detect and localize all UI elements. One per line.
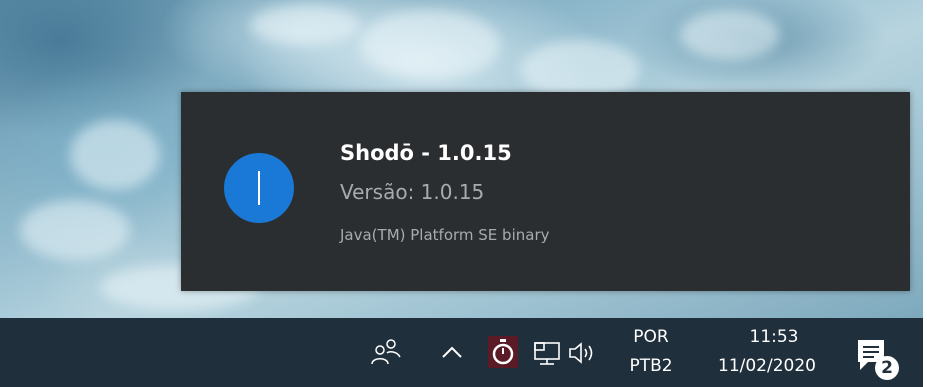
- people-icon[interactable]: [369, 334, 403, 368]
- screen: Shodō - 1.0.15 Versão: 1.0.15 Java(TM) P…: [0, 0, 927, 387]
- language-secondary: PTB2: [629, 356, 673, 376]
- taskbar-clock[interactable]: 11:53 11/02/2020: [700, 323, 834, 387]
- language-indicator[interactable]: POR PTB2: [622, 323, 680, 387]
- chevron-up-icon[interactable]: [441, 342, 463, 362]
- info-icon: [224, 153, 294, 223]
- clock-time: 11:53: [749, 327, 799, 347]
- volume-icon[interactable]: [567, 340, 601, 366]
- notification-source-text: Java(TM) Platform SE binary: [340, 226, 550, 244]
- app-tray-icon[interactable]: [488, 336, 518, 368]
- clock-date: 11/02/2020: [718, 356, 816, 376]
- notification-version-text: Versão: 1.0.15: [340, 180, 485, 204]
- language-primary: POR: [633, 327, 669, 347]
- notification-count-badge: 2: [875, 356, 899, 380]
- notification-title: Shodō - 1.0.15: [340, 141, 512, 165]
- network-icon[interactable]: [532, 340, 564, 366]
